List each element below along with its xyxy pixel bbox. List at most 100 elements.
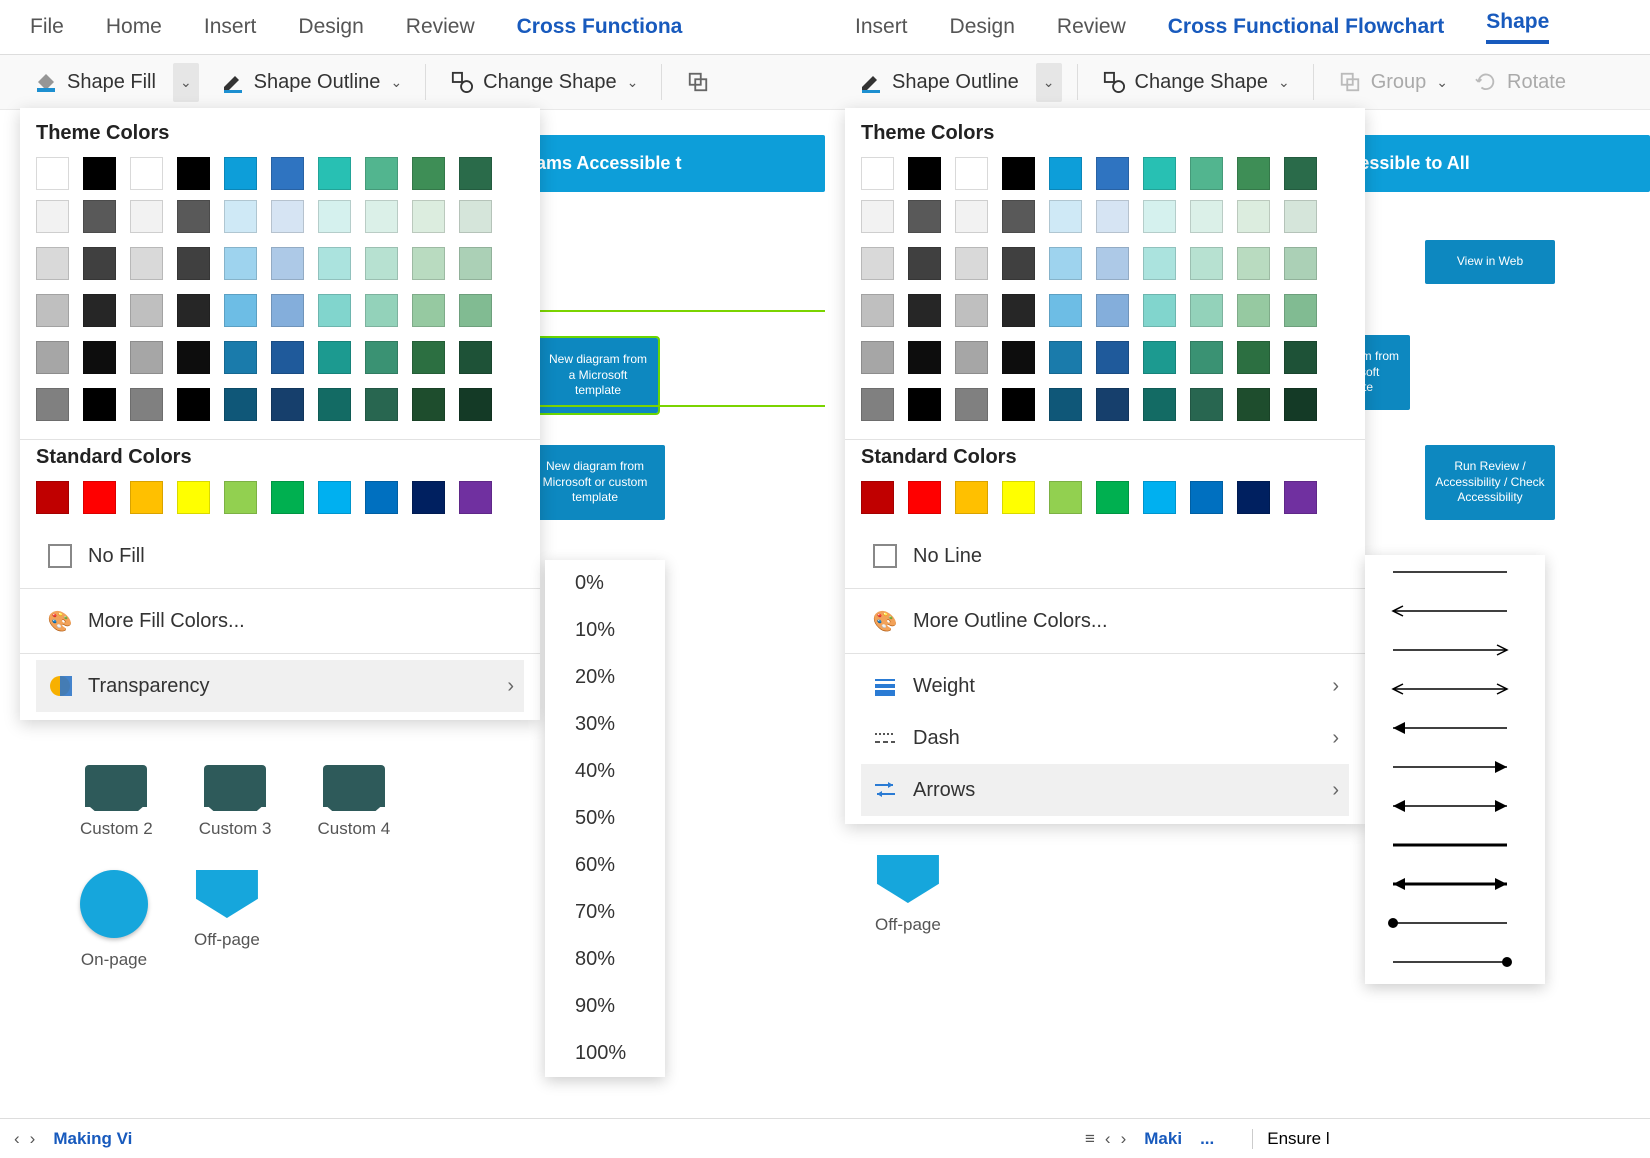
color-swatch[interactable]: [83, 341, 116, 374]
color-swatch[interactable]: [1049, 247, 1082, 280]
tab-design[interactable]: Design: [298, 15, 363, 39]
arrow-style-option[interactable]: [1365, 672, 1545, 711]
color-swatch[interactable]: [1002, 157, 1035, 190]
color-swatch[interactable]: [36, 247, 69, 280]
color-swatch[interactable]: [861, 157, 894, 190]
color-swatch[interactable]: [1049, 481, 1082, 514]
sheet-tab-active[interactable]: Maki: [1144, 1129, 1182, 1149]
gallery-custom-4[interactable]: Custom 4: [318, 765, 391, 839]
arrow-style-option[interactable]: [1365, 828, 1545, 867]
color-swatch[interactable]: [318, 157, 351, 190]
no-fill-item[interactable]: No Fill: [36, 530, 524, 582]
color-swatch[interactable]: [908, 157, 941, 190]
color-swatch[interactable]: [36, 200, 69, 233]
transparency-option[interactable]: 90%: [545, 983, 665, 1030]
tab-design[interactable]: Design: [950, 15, 1015, 39]
color-swatch[interactable]: [412, 200, 445, 233]
sheet-prev-icon[interactable]: ‹: [14, 1129, 20, 1149]
color-swatch[interactable]: [955, 200, 988, 233]
color-swatch[interactable]: [1002, 481, 1035, 514]
transparency-option[interactable]: 60%: [545, 842, 665, 889]
transparency-option[interactable]: 50%: [545, 795, 665, 842]
color-swatch[interactable]: [412, 294, 445, 327]
color-swatch[interactable]: [1143, 157, 1176, 190]
color-swatch[interactable]: [271, 200, 304, 233]
color-swatch[interactable]: [36, 157, 69, 190]
color-swatch[interactable]: [130, 157, 163, 190]
color-swatch[interactable]: [365, 388, 398, 421]
color-swatch[interactable]: [412, 157, 445, 190]
color-swatch[interactable]: [318, 294, 351, 327]
color-swatch[interactable]: [1143, 481, 1176, 514]
flowchart-box-runreview[interactable]: Run Review / Accessibility / Check Acces…: [1425, 445, 1555, 520]
color-swatch[interactable]: [83, 294, 116, 327]
color-swatch[interactable]: [365, 341, 398, 374]
arrow-style-option[interactable]: [1365, 906, 1545, 945]
color-swatch[interactable]: [318, 200, 351, 233]
color-swatch[interactable]: [955, 157, 988, 190]
color-swatch[interactable]: [1237, 481, 1270, 514]
color-swatch[interactable]: [36, 341, 69, 374]
color-swatch[interactable]: [861, 247, 894, 280]
arrow-style-option[interactable]: [1365, 945, 1545, 984]
color-swatch[interactable]: [224, 200, 257, 233]
weight-item[interactable]: Weight ›: [861, 660, 1349, 712]
color-swatch[interactable]: [83, 200, 116, 233]
color-swatch[interactable]: [83, 247, 116, 280]
color-swatch[interactable]: [1284, 481, 1317, 514]
color-swatch[interactable]: [1284, 157, 1317, 190]
color-swatch[interactable]: [955, 388, 988, 421]
color-swatch[interactable]: [1190, 481, 1223, 514]
color-swatch[interactable]: [1096, 294, 1129, 327]
sheet-next-icon[interactable]: ›: [1121, 1129, 1127, 1149]
color-swatch[interactable]: [1284, 388, 1317, 421]
tab-shape[interactable]: Shape: [1486, 10, 1549, 44]
color-swatch[interactable]: [1002, 388, 1035, 421]
color-swatch[interactable]: [365, 157, 398, 190]
flowchart-box-viewweb[interactable]: View in Web: [1425, 240, 1555, 284]
color-swatch[interactable]: [271, 388, 304, 421]
gallery-off-page[interactable]: Off-page: [194, 870, 260, 970]
shape-fill-button[interactable]: Shape Fill: [25, 65, 164, 99]
flowchart-box-1[interactable]: New diagram from a Microsoft template: [538, 338, 658, 413]
color-swatch[interactable]: [36, 481, 69, 514]
color-swatch[interactable]: [271, 157, 304, 190]
sheet-tab-ensure[interactable]: Ensure l: [1252, 1129, 1329, 1149]
color-swatch[interactable]: [1002, 294, 1035, 327]
color-swatch[interactable]: [861, 294, 894, 327]
more-fill-colors-item[interactable]: 🎨 More Fill Colors...: [36, 595, 524, 647]
color-swatch[interactable]: [1237, 247, 1270, 280]
more-outline-colors-item[interactable]: 🎨 More Outline Colors...: [861, 595, 1349, 647]
color-swatch[interactable]: [130, 294, 163, 327]
color-swatch[interactable]: [908, 481, 941, 514]
color-swatch[interactable]: [365, 247, 398, 280]
color-swatch[interactable]: [130, 247, 163, 280]
color-swatch[interactable]: [1096, 388, 1129, 421]
transparency-option[interactable]: 40%: [545, 748, 665, 795]
color-swatch[interactable]: [1143, 388, 1176, 421]
color-swatch[interactable]: [412, 481, 445, 514]
color-swatch[interactable]: [908, 200, 941, 233]
color-swatch[interactable]: [130, 200, 163, 233]
transparency-option[interactable]: 20%: [545, 654, 665, 701]
tab-insert[interactable]: Insert: [204, 15, 257, 39]
color-swatch[interactable]: [318, 388, 351, 421]
color-swatch[interactable]: [1096, 200, 1129, 233]
color-swatch[interactable]: [83, 388, 116, 421]
color-swatch[interactable]: [1143, 247, 1176, 280]
color-swatch[interactable]: [177, 294, 210, 327]
color-swatch[interactable]: [412, 341, 445, 374]
arrow-style-option[interactable]: [1365, 711, 1545, 750]
color-swatch[interactable]: [224, 388, 257, 421]
tab-home[interactable]: Home: [106, 15, 162, 39]
color-swatch[interactable]: [318, 247, 351, 280]
color-swatch[interactable]: [271, 341, 304, 374]
color-swatch[interactable]: [1284, 247, 1317, 280]
color-swatch[interactable]: [1049, 388, 1082, 421]
color-swatch[interactable]: [365, 481, 398, 514]
color-swatch[interactable]: [1237, 388, 1270, 421]
color-swatch[interactable]: [955, 341, 988, 374]
shape-outline-button[interactable]: Shape Outline: [850, 65, 1027, 99]
color-swatch[interactable]: [955, 247, 988, 280]
color-swatch[interactable]: [1049, 157, 1082, 190]
